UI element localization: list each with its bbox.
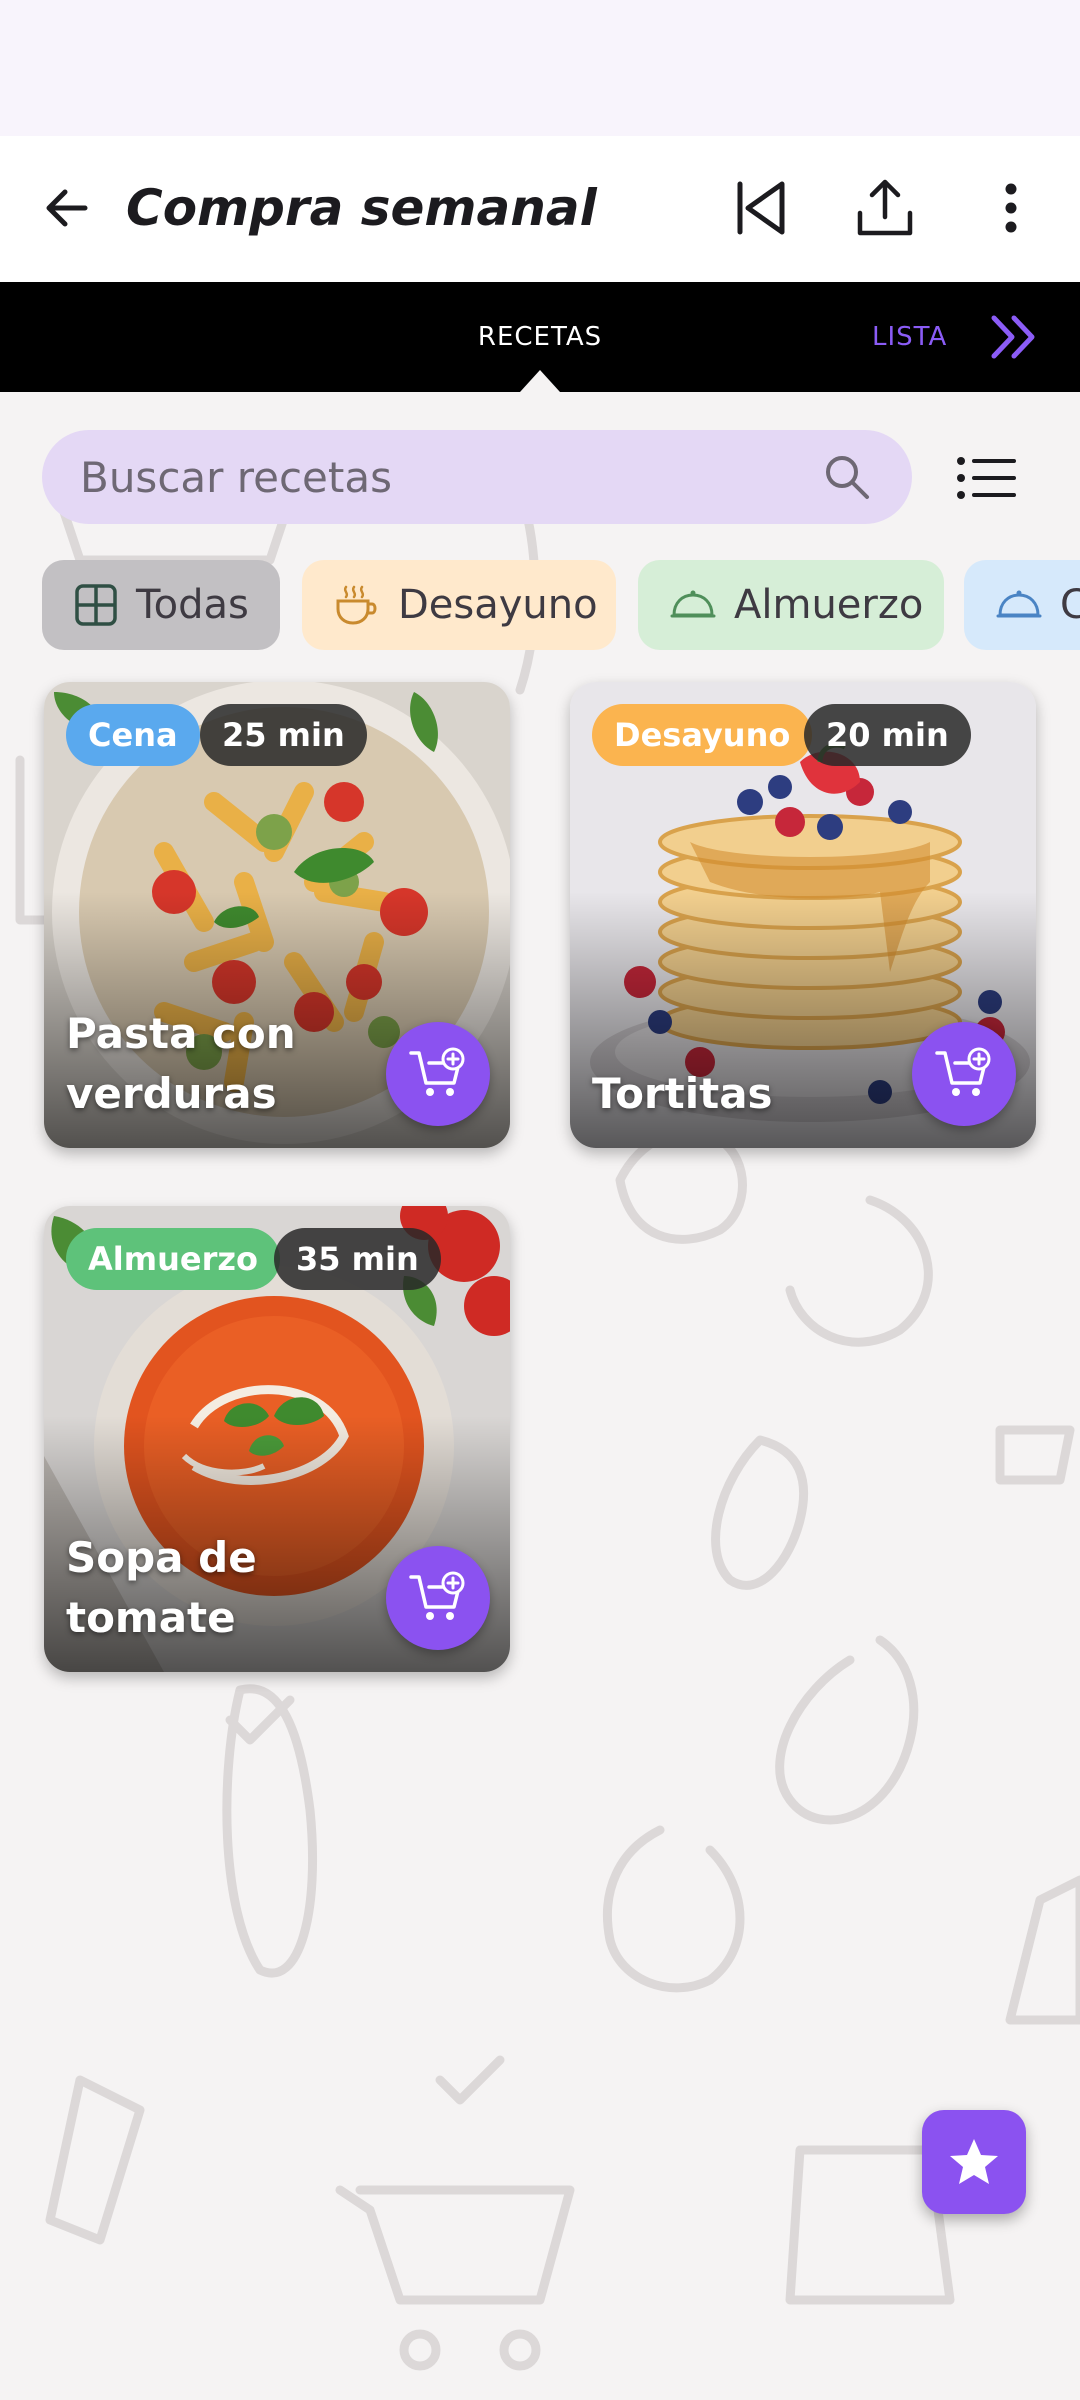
- add-to-cart-button[interactable]: [912, 1022, 1016, 1126]
- list-filter-icon: [957, 457, 1016, 499]
- filter-button[interactable]: [946, 444, 1026, 512]
- category-badge: Almuerzo: [66, 1228, 280, 1290]
- category-chips: Todas Desayuno Almuerzo Cena: [42, 560, 1080, 650]
- category-badge: Desayuno: [592, 704, 813, 766]
- time-badge: 20 min: [804, 704, 971, 766]
- chip-cena[interactable]: Cena: [964, 560, 1080, 650]
- app-bar: Compra semanal: [0, 136, 1080, 282]
- favorites-fab[interactable]: [922, 2110, 1026, 2214]
- coffee-cup-icon: [336, 585, 377, 625]
- recipe-card-sopa[interactable]: Almuerzo 35 min Sopa de tomate: [44, 1206, 510, 1672]
- chip-desayuno[interactable]: Desayuno: [302, 560, 616, 650]
- tab-lista[interactable]: LISTA: [872, 282, 982, 392]
- page-title: Compra semanal: [126, 179, 597, 237]
- recipe-card-pasta[interactable]: Cena 25 min Pasta con verduras: [44, 682, 510, 1148]
- more-options-button[interactable]: [975, 172, 1047, 244]
- time-badge: 25 min: [200, 704, 367, 766]
- star-icon: [950, 2139, 998, 2184]
- cloche-icon: [996, 590, 1042, 618]
- chip-todas[interactable]: Todas: [42, 560, 280, 650]
- cart-plus-icon: [409, 1047, 465, 1096]
- chip-label: Desayuno: [398, 582, 598, 628]
- recipe-card-tortitas[interactable]: Desayuno 20 min Tortitas: [570, 682, 1036, 1148]
- back-button[interactable]: [34, 176, 98, 240]
- chip-label: Cena: [1060, 582, 1080, 628]
- arrow-left-icon: [46, 189, 88, 227]
- status-bar: [0, 0, 1080, 136]
- skip-previous-button[interactable]: [724, 172, 796, 244]
- grid-icon: [75, 584, 117, 626]
- recipe-name: Pasta con verduras: [66, 1009, 296, 1118]
- search-icon[interactable]: [822, 452, 872, 502]
- add-to-cart-button[interactable]: [386, 1546, 490, 1650]
- add-to-cart-button[interactable]: [386, 1022, 490, 1126]
- recipe-name: Tortitas: [592, 1069, 773, 1118]
- tab-bar: RECETAS LISTA: [0, 282, 1080, 392]
- cart-plus-icon: [935, 1047, 991, 1096]
- skip-previous-icon: [737, 181, 785, 235]
- share-upload-icon: [857, 179, 913, 236]
- time-badge: 35 min: [274, 1228, 441, 1290]
- recipe-name: Sopa de tomate: [66, 1533, 257, 1642]
- chip-label: Todas: [136, 582, 249, 628]
- cart-plus-icon: [409, 1571, 465, 1620]
- more-vertical-icon: [1005, 183, 1017, 233]
- double-chevron-right-icon[interactable]: [988, 312, 1044, 362]
- search-bar[interactable]: [42, 430, 912, 524]
- chip-almuerzo[interactable]: Almuerzo: [638, 560, 944, 650]
- search-input[interactable]: [80, 430, 780, 524]
- category-badge: Cena: [66, 704, 200, 766]
- chip-label: Almuerzo: [734, 582, 924, 628]
- cloche-icon: [670, 590, 716, 618]
- active-tab-indicator: [520, 370, 560, 392]
- share-button[interactable]: [849, 172, 921, 244]
